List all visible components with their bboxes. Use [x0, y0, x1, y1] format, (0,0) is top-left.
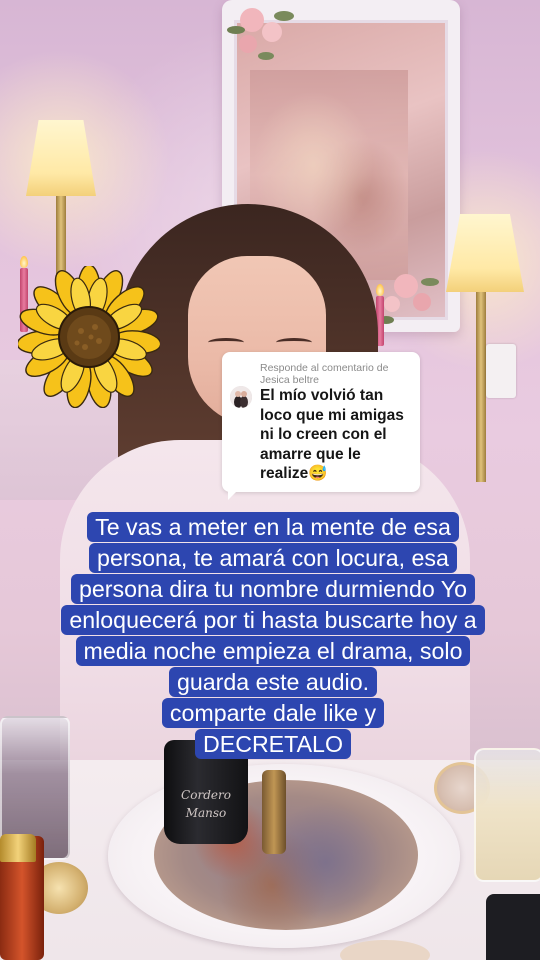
bottle-label: Cordero Manso	[181, 788, 231, 820]
reply-card-tail	[228, 488, 240, 500]
phone-corner	[486, 894, 540, 960]
lamp-right-pole	[476, 292, 486, 482]
person-eye-right	[276, 338, 312, 347]
amber-jar-lid	[0, 834, 36, 862]
wall-outlet	[486, 344, 516, 398]
rice-jar	[474, 748, 540, 882]
caption-line: persona, te amará con locura, esa	[89, 543, 457, 573]
caption-line: DECRETALO	[194, 729, 351, 759]
video-frame: Cordero Manso Responde al comentario de …	[0, 0, 540, 960]
caption-line: comparte dale like y	[161, 698, 385, 728]
caption-line: persona dira tu nombre durmiendo Yo	[70, 574, 475, 604]
sunflower-icon[interactable]	[18, 266, 160, 408]
caption-line: guarda este audio.	[168, 667, 378, 697]
reply-comment-text: El mío volvió tan loco que mi amigas ni …	[260, 387, 404, 482]
caption-text-overlay: Te vas a meter en la mente de esa person…	[28, 512, 518, 760]
commenter-avatar[interactable]	[230, 386, 252, 408]
caption-line: enloquecerá por ti hasta buscarte hoy a	[61, 605, 485, 635]
roses-decoration-top	[227, 8, 294, 60]
cinnamon-stick	[262, 770, 286, 854]
caption-line: media noche empieza el drama, solo	[75, 636, 471, 666]
reply-header: Responde al comentario de Jesica beltre	[260, 362, 389, 386]
person-eye-left	[208, 338, 244, 347]
avatar-figure-icon	[230, 386, 252, 408]
caption-line: Te vas a meter en la mente de esa	[87, 512, 459, 542]
candle-flame-right	[376, 284, 384, 296]
